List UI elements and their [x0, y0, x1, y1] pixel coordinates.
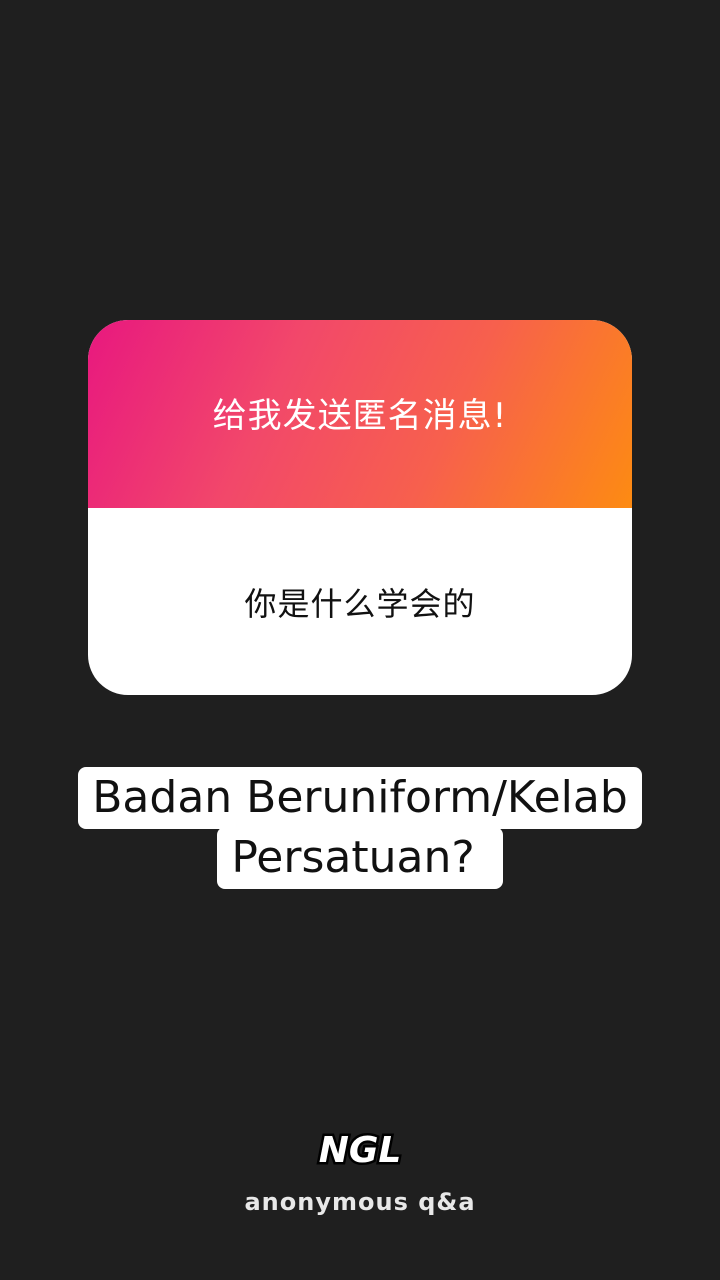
- logo-text: NGL: [319, 1130, 402, 1171]
- ngl-logo: NGL: [316, 1128, 404, 1174]
- reply-text: Badan Beruniform/Kelab Persatuan?: [0, 767, 720, 889]
- reply-line: Badan Beruniform/Kelab: [78, 767, 642, 829]
- brand-footer: NGL anonymous q&a: [0, 1120, 720, 1217]
- brand-tagline: anonymous q&a: [244, 1188, 476, 1216]
- card-prompt: 给我发送匿名消息!: [212, 395, 508, 436]
- card-header: 给我发送匿名消息!: [88, 320, 632, 508]
- question-card: 给我发送匿名消息! 你是什么学会的: [88, 320, 632, 695]
- reply-line: Persatuan?: [217, 827, 503, 889]
- card-question: 你是什么学会的: [244, 584, 476, 623]
- card-body: 你是什么学会的: [88, 508, 632, 695]
